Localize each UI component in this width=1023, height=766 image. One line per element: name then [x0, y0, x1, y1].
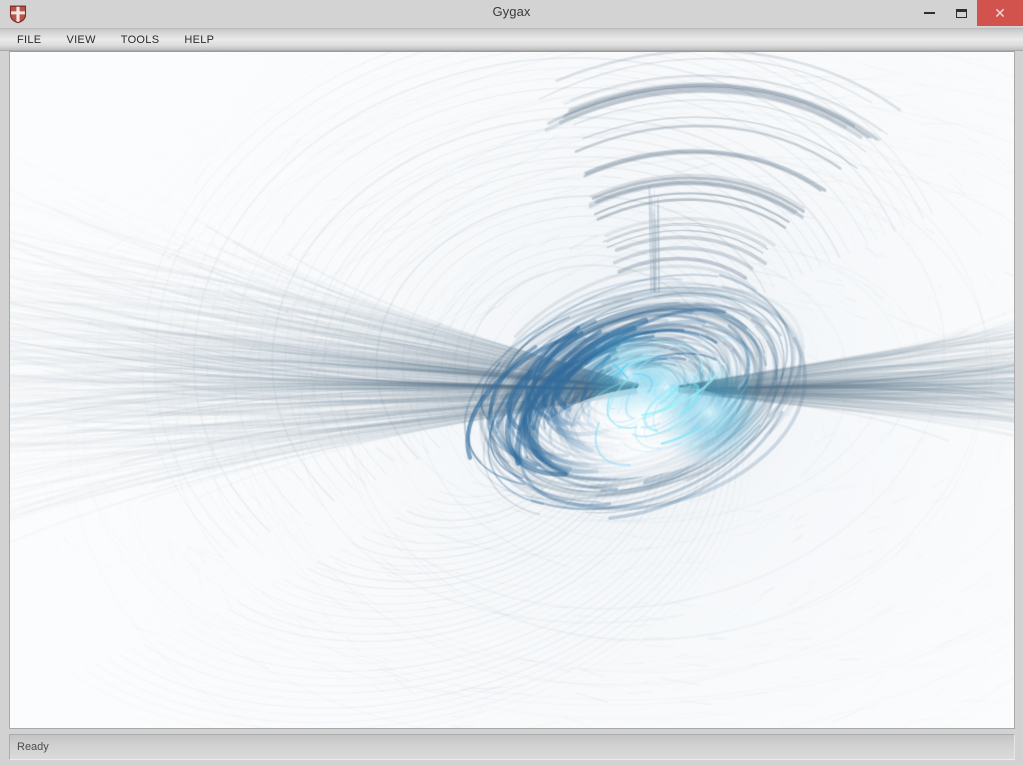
maximize-button[interactable] [945, 0, 977, 26]
title-bar: Gygax ✕ [0, 0, 1023, 28]
menu-item-file[interactable]: FILE [17, 34, 54, 46]
app-window: Gygax ✕ FILE VIEW TOOLS HELP Ready [0, 0, 1023, 766]
maximize-icon [955, 8, 967, 18]
minimize-button[interactable] [913, 0, 945, 26]
menu-item-view[interactable]: VIEW [66, 34, 108, 46]
close-button[interactable]: ✕ [977, 0, 1023, 26]
menu-item-help[interactable]: HELP [184, 34, 227, 46]
menu-bar: FILE VIEW TOOLS HELP [0, 28, 1023, 51]
window-title: Gygax [492, 4, 531, 19]
status-text: Ready [17, 741, 49, 753]
close-icon: ✕ [994, 5, 1006, 21]
minimize-icon [923, 12, 935, 14]
status-bar: Ready [9, 734, 1015, 760]
canvas-area[interactable] [9, 51, 1015, 729]
window-controls: ✕ [913, 0, 1023, 26]
menu-item-tools[interactable]: TOOLS [121, 34, 173, 46]
fractal-render-canvas[interactable] [10, 52, 1014, 728]
